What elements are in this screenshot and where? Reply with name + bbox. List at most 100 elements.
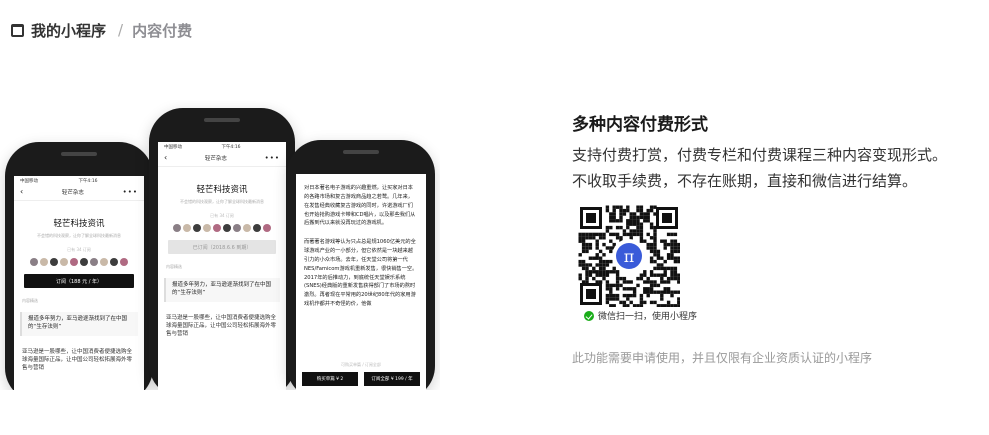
qr-module	[643, 287, 647, 291]
qr-module	[649, 256, 654, 260]
qr-module	[632, 287, 637, 291]
qr-module	[653, 259, 657, 264]
qr-module	[598, 259, 603, 264]
qr-module	[595, 242, 599, 247]
qr-module	[639, 297, 644, 301]
qr-module	[646, 246, 650, 250]
qr-module	[673, 259, 678, 264]
qr-module	[585, 263, 589, 267]
qr-module	[609, 215, 613, 220]
status-bar: 中国移动 下午4:16	[14, 176, 144, 186]
feature-note: 此功能需要申请使用，并且仅限有企业资质认证的小程序	[572, 351, 873, 365]
phone-mockup-subscribed: 中国移动 下午4:16 ‹ 轻芒杂志 ••• 轻芒科技资讯 不会错的科技观察，让…	[149, 108, 295, 390]
nav-title: 轻芒杂志	[204, 156, 227, 162]
qr-module	[615, 205, 620, 209]
qr-module	[619, 205, 623, 209]
qr-module	[673, 239, 678, 243]
qr-module	[649, 249, 654, 254]
qr-module	[581, 249, 586, 254]
qr-module	[643, 239, 647, 243]
qr-module	[605, 297, 610, 301]
qr-module	[670, 232, 674, 237]
qr-module	[609, 212, 613, 216]
qr-module	[673, 242, 678, 247]
qr-module	[677, 276, 680, 281]
qr-module	[677, 259, 680, 264]
qr-module	[592, 276, 596, 281]
calendar-icon	[11, 23, 24, 37]
qr-module	[578, 276, 582, 281]
qr-module	[663, 239, 667, 243]
back-icon: ‹	[164, 153, 168, 162]
qr-module	[646, 287, 650, 291]
qr-module	[649, 242, 654, 247]
phone-camera	[61, 152, 97, 156]
qr-module	[670, 266, 674, 271]
subscribed-button: 已订阅（2018.6.6 到期）	[168, 240, 276, 254]
phone-mockup-article: 对日本著名电子游戏的兴趣重燃，让买家对日本的各路市场和复古游戏商品趋之若鹜。几年…	[287, 140, 435, 390]
qr-module	[677, 249, 680, 254]
qr-module	[639, 276, 644, 281]
qr-module	[670, 276, 674, 281]
qr-module	[670, 290, 674, 294]
avatar	[40, 258, 48, 266]
wechat-check-icon	[584, 310, 594, 321]
qr-module	[639, 229, 644, 233]
avatar	[100, 258, 108, 266]
qr-module	[649, 205, 654, 209]
qr-module	[673, 276, 678, 281]
qr-module	[619, 212, 623, 216]
avatar	[70, 258, 78, 266]
qr-module	[626, 208, 630, 213]
qr-module	[639, 293, 644, 298]
qr-module	[581, 239, 586, 243]
qr-module	[656, 266, 661, 271]
qr-module	[673, 304, 678, 307]
breadcrumb: 我的小程序 / 内容付费	[11, 19, 192, 41]
qr-module	[632, 304, 637, 307]
qr-module	[639, 205, 644, 209]
qr-module	[612, 293, 616, 298]
avatar	[110, 258, 118, 266]
qr-module	[581, 232, 586, 237]
qr-module	[632, 290, 637, 294]
qr-module	[629, 229, 633, 233]
qr-module	[626, 293, 630, 298]
qr-module	[605, 287, 610, 291]
qr-module	[660, 263, 664, 267]
qr-module	[629, 236, 633, 240]
featured-paragraph: 亚马逊是一股哪些，让中国消费者便捷选购全球海量国际正品，让中国公司轻松拓展海外零…	[166, 314, 277, 338]
buy-all-button: 订阅全部 ¥ 199 / 年	[364, 372, 420, 386]
qr-module	[656, 253, 661, 257]
qr-module	[581, 263, 586, 267]
qr-module	[636, 219, 640, 223]
qr-module	[585, 242, 589, 247]
qr-module	[612, 297, 616, 301]
breadcrumb-my-miniprogram[interactable]: 我的小程序	[31, 20, 106, 41]
qr-module	[677, 246, 680, 250]
qr-module	[656, 290, 661, 294]
qr-module	[639, 232, 644, 237]
qr-module	[649, 246, 654, 250]
avatar	[253, 224, 261, 232]
qr-module	[605, 208, 610, 213]
qr-module	[585, 232, 589, 237]
qr-module	[595, 273, 599, 277]
qr-module	[602, 232, 606, 237]
qr-module	[609, 290, 613, 294]
qr-module	[612, 266, 616, 271]
qr-module	[619, 208, 623, 213]
phone-mockup-subscribe: 中国移动 下午4:16 ‹ 轻芒杂志 ••• 轻芒科技资讯 不会错的科技观察，让…	[5, 142, 153, 390]
qr-module	[656, 249, 661, 254]
qr-module	[677, 300, 680, 305]
qr-module	[581, 266, 586, 271]
qr-module	[588, 246, 593, 250]
phone-camera	[204, 118, 240, 122]
qr-module	[585, 266, 589, 271]
qr-module	[578, 263, 582, 267]
qr-module	[670, 273, 674, 277]
qr-module	[629, 300, 633, 305]
qr-module	[588, 273, 593, 277]
qr-module	[592, 266, 596, 271]
qr-module	[639, 225, 644, 230]
